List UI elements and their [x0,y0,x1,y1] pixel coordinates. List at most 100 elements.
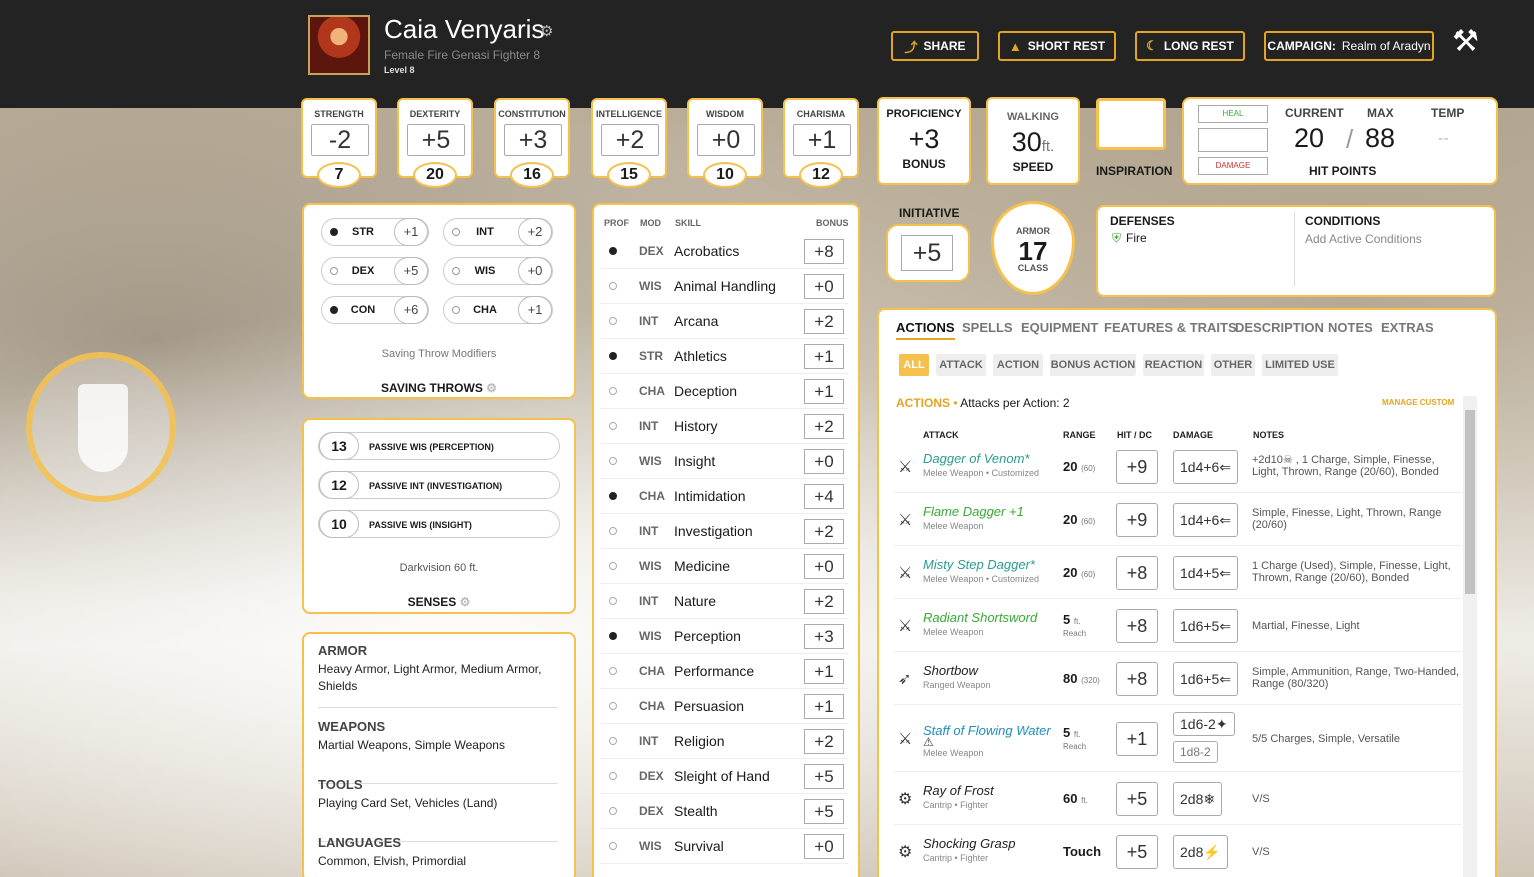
skill-row[interactable]: WIS Animal Handling +0 [600,269,848,304]
action-row[interactable]: ⚙ Shocking Grasp Cantrip • Fighter Touch +5… [894,825,1462,877]
share-button[interactable]: ⤴ SHARE [891,31,979,61]
action-row[interactable]: ⚙ Ray of Frost Cantrip • Fighter 60 ft. +5 2d… [894,772,1462,825]
inspiration-toggle[interactable] [1096,98,1166,150]
ability-modifier[interactable]: +0 [697,124,755,156]
tab-extras[interactable]: EXTRAS [1381,320,1434,335]
tab-spells[interactable]: SPELLS [962,320,1013,335]
skill-row[interactable]: INT Arcana +2 [600,304,848,339]
skill-row[interactable]: WIS Insight +0 [600,444,848,479]
action-name[interactable]: Radiant Shortsword [923,610,1037,625]
heal-button[interactable]: HEAL [1198,105,1268,123]
skill-row[interactable]: INT Religion +2 [600,724,848,759]
action-row[interactable]: ⚔ Radiant Shortsword Melee Weapon 5 ft. Reac… [894,599,1462,652]
damage-button[interactable]: 2d8⚡ [1173,834,1228,869]
skill-row[interactable]: STR Athletics +1 [600,339,848,374]
filter-limited-use[interactable]: LIMITED USE [1262,354,1338,376]
saving-throw-int[interactable]: INT +2 [443,218,553,246]
hit-bonus-button[interactable]: +5 [1116,834,1158,869]
skill-proficiency-icon [609,492,617,500]
tab-description[interactable]: DESCRIPTION [1235,320,1324,335]
hit-bonus-button[interactable]: +8 [1116,661,1158,696]
action-name[interactable]: Dagger of Venom* [923,451,1029,466]
tab-actions[interactable]: ACTIONS [896,320,955,340]
skill-row[interactable]: CHA Persuasion +1 [600,689,848,724]
skill-row[interactable]: DEX Stealth +5 [600,794,848,829]
skill-row[interactable]: INT Investigation +2 [600,514,848,549]
character-portrait[interactable] [308,15,370,75]
skill-row[interactable]: CHA Deception +1 [600,374,848,409]
initiative-value[interactable]: +5 [901,235,953,271]
add-conditions-link[interactable]: Add Active Conditions [1305,232,1422,246]
saving-throw-dex[interactable]: DEX +5 [321,257,429,285]
saving-throw-cha[interactable]: CHA +1 [443,296,553,324]
ability-modifier[interactable]: -2 [311,124,369,156]
settings-gear-icon[interactable]: ⚙ [540,22,553,40]
filter-all[interactable]: ALL [899,354,929,376]
proficiency-divider [318,707,558,708]
ability-modifier[interactable]: +5 [407,124,465,156]
actions-scrollbar[interactable] [1463,396,1477,877]
hit-bonus-button[interactable]: +9 [1116,502,1158,537]
action-row[interactable]: ⚔ Flame Dagger +1 Melee Weapon 20 (60) +9 1d4… [894,493,1462,546]
damage-button[interactable]: 1d4+6⇐ [1173,502,1239,537]
anvil-logo-icon[interactable]: ⚒ [1452,24,1492,64]
action-name[interactable]: Ray of Frost [923,783,994,798]
damage-button[interactable]: 2d8❄ [1173,781,1223,816]
short-rest-button[interactable]: ▲ SHORT REST [998,31,1116,61]
skill-row[interactable]: CHA Performance +1 [600,654,848,689]
skill-row[interactable]: INT History +2 [600,409,848,444]
skill-row[interactable]: DEX Acrobatics +8 [600,234,848,269]
filter-other[interactable]: OTHER [1211,354,1255,376]
versatile-damage-button[interactable]: 1d8-2 [1173,740,1218,763]
damage-button[interactable]: 1d4+6⇐ [1173,449,1239,484]
hp-amount-input[interactable] [1198,128,1268,152]
action-name[interactable]: Shortbow [923,663,978,678]
skill-row[interactable]: WIS Perception +3 [600,619,848,654]
damage-button[interactable]: 1d6+5⇐ [1173,608,1239,643]
filter-reaction[interactable]: REACTION [1143,354,1204,376]
skill-modifier: DEX [639,804,664,818]
saving-throw-wis[interactable]: WIS +0 [443,257,553,285]
skill-row[interactable]: DEX Sleight of Hand +5 [600,759,848,794]
filter-bonus-action[interactable]: BONUS ACTION [1050,354,1136,376]
manage-custom-link[interactable]: MANAGE CUSTOM [1382,398,1454,407]
damage-button[interactable]: DAMAGE [1198,157,1268,175]
skill-row[interactable]: INT Nature +2 [600,584,848,619]
damage-button[interactable]: 1d6-2✦ [1173,711,1235,736]
saving-throw-con[interactable]: CON +6 [321,296,429,324]
action-row[interactable]: ➶ Shortbow Ranged Weapon 80 (320) +8 1d6+5⇐ Si… [894,652,1462,705]
action-name[interactable]: Misty Step Dagger* [923,557,1035,572]
long-rest-button[interactable]: ☾ LONG REST [1135,31,1245,61]
skill-row[interactable]: WIS Survival +0 [600,829,848,864]
filter-action[interactable]: ACTION [993,354,1043,376]
filter-attack[interactable]: ATTACK [936,354,986,376]
skill-row[interactable]: WIS Medicine +0 [600,549,848,584]
tab-equipment[interactable]: EQUIPMENT [1021,320,1098,335]
speed-title: WALKING [1007,111,1059,123]
hit-bonus-button[interactable]: +8 [1116,555,1158,590]
action-name[interactable]: Staff of Flowing Water [923,723,1051,738]
hit-bonus-button[interactable]: +8 [1116,608,1158,643]
saving-throw-str[interactable]: STR +1 [321,218,429,246]
ability-modifier[interactable]: +2 [601,124,659,156]
campaign-button[interactable]: CAMPAIGN: Realm of Aradyn [1264,31,1434,61]
hp-current-value[interactable]: 20 [1294,123,1324,154]
action-name[interactable]: Flame Dagger +1 [923,504,1024,519]
damage-button[interactable]: 1d6+5⇐ [1173,661,1239,696]
action-name[interactable]: Shocking Grasp [923,836,1016,851]
hit-bonus-button[interactable]: +5 [1116,781,1158,816]
damage-button[interactable]: 1d4+5⇐ [1173,555,1239,590]
tab-features-traits[interactable]: FEATURES & TRAITS [1104,320,1237,335]
ability-modifier[interactable]: +3 [504,124,562,156]
hp-temp-value[interactable]: -- [1438,130,1449,148]
skill-row[interactable]: CHA Intimidation +4 [600,479,848,514]
ability-modifier[interactable]: +1 [793,124,851,156]
hit-bonus-button[interactable]: +1 [1116,721,1158,756]
action-row[interactable]: ⚔ Staff of Flowing Water ⚠ Melee Weapon 5 ft… [894,705,1462,772]
saving-throws-gear-icon[interactable]: ⚙ [486,381,497,395]
senses-gear-icon[interactable]: ⚙ [460,595,471,609]
action-row[interactable]: ⚔ Dagger of Venom* Melee Weapon • Customiz… [894,440,1462,493]
action-row[interactable]: ⚔ Misty Step Dagger* Melee Weapon • Custom… [894,546,1462,599]
tab-notes[interactable]: NOTES [1328,320,1373,335]
hit-bonus-button[interactable]: +9 [1116,449,1158,484]
